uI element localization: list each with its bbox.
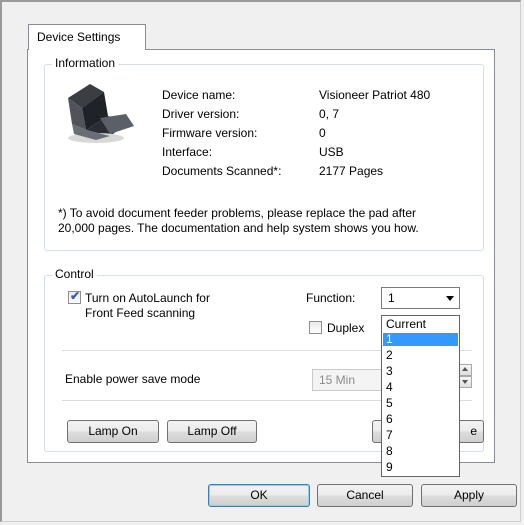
lamp-on-label: Lamp On	[88, 424, 138, 438]
power-save-value: 15 Min	[319, 373, 356, 387]
pad-note-line2: 20,000 pages. The documentation and help…	[58, 221, 419, 235]
documents-scanned-value: 2177 Pages	[319, 164, 384, 178]
function-option-4[interactable]: 4	[383, 381, 458, 394]
lamp-off-label: Lamp Off	[187, 424, 237, 438]
function-option-2[interactable]: 2	[383, 349, 458, 362]
autolaunch-label-line1: Turn on AutoLaunch for	[85, 291, 210, 305]
function-option-3[interactable]: 3	[383, 365, 458, 378]
information-group-label: Information	[52, 56, 119, 70]
cancel-label: Cancel	[346, 488, 384, 502]
document-scanner-image	[68, 84, 134, 143]
apply-button[interactable]: Apply	[421, 484, 517, 507]
function-option-6[interactable]: 6	[383, 413, 458, 426]
interface-value: USB	[319, 145, 344, 159]
function-option-5[interactable]: 5	[383, 397, 458, 410]
documents-scanned-label: Documents Scanned*:	[162, 164, 282, 178]
power-save-input[interactable]: 15 Min	[312, 369, 382, 391]
function-option-current[interactable]: Current	[383, 318, 458, 331]
device-name-value: Visioneer Patriot 480	[319, 88, 431, 102]
duplex-label: Duplex	[327, 321, 365, 335]
device-name-label: Device name:	[162, 88, 236, 102]
function-option-8[interactable]: 8	[383, 445, 458, 458]
control-group-label: Control	[52, 267, 97, 281]
check-icon: ✔	[70, 289, 81, 303]
function-select[interactable]: 1	[381, 287, 460, 309]
duplex-checkbox[interactable]	[309, 321, 322, 334]
driver-version-label: Driver version:	[162, 107, 240, 121]
tab-label: Device Settings	[37, 30, 121, 44]
firmware-version-value: 0	[319, 126, 326, 140]
function-option-1[interactable]: 1	[383, 333, 458, 346]
lamp-off-button[interactable]: Lamp Off	[167, 420, 257, 443]
autolaunch-label-line2: Front Feed scanning	[85, 306, 196, 320]
driver-version-value: 0, 7	[319, 107, 340, 121]
cancel-button[interactable]: Cancel	[317, 484, 413, 507]
ok-button[interactable]: OK	[208, 484, 310, 507]
ok-label: OK	[250, 488, 268, 502]
spin-up-button[interactable]	[458, 364, 472, 376]
lamp-on-button[interactable]: Lamp On	[67, 420, 159, 443]
power-save-label: Enable power save mode	[65, 372, 201, 386]
arrow-up-icon	[462, 367, 468, 371]
power-save-spinner	[458, 364, 472, 388]
apply-label: Apply	[453, 488, 485, 502]
function-option-9[interactable]: 9	[383, 461, 458, 474]
interface-label: Interface:	[162, 145, 213, 159]
spin-down-button[interactable]	[458, 376, 472, 388]
chevron-down-icon[interactable]	[446, 296, 454, 301]
function-select-value: 1	[388, 291, 395, 305]
pad-note-line1: *) To avoid document feeder problems, pl…	[58, 206, 416, 220]
device-settings-dialog: Device Settings Information Device name:…	[0, 0, 524, 525]
arrow-down-icon	[462, 380, 468, 384]
function-option-7[interactable]: 7	[383, 429, 458, 442]
tab-device-settings[interactable]: Device Settings	[28, 24, 146, 50]
function-dropdown-list: Current 1 2 3 4 5 6 7 8 9	[381, 315, 460, 477]
function-label: Function:	[306, 291, 356, 305]
firmware-version-label: Firmware version:	[162, 126, 258, 140]
autolaunch-checkbox[interactable]: ✔	[68, 289, 81, 304]
partially-hidden-button-label: e	[470, 424, 477, 438]
